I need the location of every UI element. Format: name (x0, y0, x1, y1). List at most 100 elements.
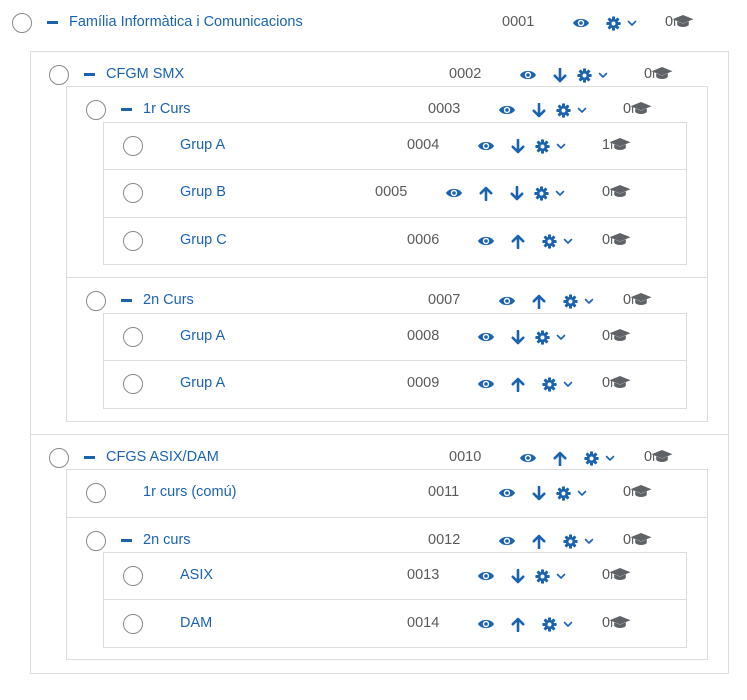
select-checkbox[interactable] (123, 231, 143, 251)
graduation-cap-icon (630, 484, 652, 498)
eye-icon[interactable] (498, 292, 516, 310)
arrow-up-icon[interactable] (509, 615, 527, 633)
arrow-down-icon[interactable] (508, 184, 526, 202)
arrow-down-icon[interactable] (509, 328, 527, 346)
category-name-link[interactable]: 2n curs (143, 532, 191, 548)
gear-icon[interactable] (540, 375, 558, 393)
gear-icon[interactable] (604, 14, 622, 32)
category-id-number: 0008 (407, 328, 440, 344)
category-name-link[interactable]: Grup B (180, 184, 226, 200)
select-checkbox[interactable] (12, 13, 32, 33)
chevron-down-icon[interactable] (573, 101, 591, 119)
eye-icon[interactable] (477, 375, 495, 393)
chevron-down-icon[interactable] (580, 292, 598, 310)
category-name-link[interactable]: Grup A (180, 375, 225, 391)
chevron-down-icon[interactable] (559, 375, 577, 393)
category-name-link[interactable]: Família Informàtica i Comunicacions (69, 14, 303, 30)
eye-icon[interactable] (445, 184, 463, 202)
category-name-link[interactable]: Grup C (180, 232, 227, 248)
chevron-down-icon[interactable] (623, 14, 641, 32)
gear-icon[interactable] (554, 101, 572, 119)
gear-icon[interactable] (540, 232, 558, 250)
arrow-up-icon[interactable] (509, 232, 527, 250)
gear-icon[interactable] (540, 615, 558, 633)
eye-icon[interactable] (477, 328, 495, 346)
collapse-toggle[interactable] (121, 108, 132, 111)
arrow-down-icon[interactable] (509, 567, 527, 585)
arrow-down-icon[interactable] (509, 137, 527, 155)
collapse-toggle[interactable] (84, 73, 95, 76)
chevron-down-icon[interactable] (559, 615, 577, 633)
gear-icon[interactable] (532, 184, 550, 202)
chevron-down-icon[interactable] (559, 232, 577, 250)
collapse-toggle[interactable] (84, 456, 95, 459)
select-checkbox[interactable] (123, 327, 143, 347)
category-id-number: 0005 (375, 184, 408, 200)
eye-icon[interactable] (477, 232, 495, 250)
category-name-link[interactable]: CFGM SMX (106, 66, 184, 82)
collapse-toggle[interactable] (47, 21, 58, 24)
gear-icon[interactable] (575, 66, 593, 84)
graduation-cap-icon (609, 375, 631, 389)
category-id-number: 0006 (407, 232, 440, 248)
divider (103, 599, 687, 600)
collapse-toggle[interactable] (121, 299, 132, 302)
arrow-up-icon[interactable] (477, 184, 495, 202)
select-checkbox[interactable] (123, 614, 143, 634)
select-checkbox[interactable] (123, 183, 143, 203)
category-name-link[interactable]: Grup A (180, 137, 225, 153)
select-checkbox[interactable] (86, 483, 106, 503)
chevron-down-icon[interactable] (594, 66, 612, 84)
eye-icon[interactable] (572, 14, 590, 32)
gear-icon[interactable] (533, 328, 551, 346)
select-checkbox[interactable] (123, 374, 143, 394)
gear-icon[interactable] (561, 292, 579, 310)
chevron-down-icon[interactable] (573, 484, 591, 502)
select-checkbox[interactable] (123, 566, 143, 586)
chevron-down-icon[interactable] (552, 567, 570, 585)
arrow-up-icon[interactable] (530, 292, 548, 310)
category-name-link[interactable]: 1r curs (comú) (143, 484, 236, 500)
eye-icon[interactable] (498, 532, 516, 550)
eye-icon[interactable] (498, 484, 516, 502)
gear-icon[interactable] (533, 137, 551, 155)
select-checkbox[interactable] (49, 65, 69, 85)
select-checkbox[interactable] (86, 531, 106, 551)
chevron-down-icon[interactable] (552, 137, 570, 155)
chevron-down-icon[interactable] (551, 184, 569, 202)
arrow-up-icon[interactable] (509, 375, 527, 393)
graduation-cap-icon (630, 532, 652, 546)
arrow-down-icon[interactable] (530, 484, 548, 502)
eye-icon[interactable] (477, 567, 495, 585)
arrow-up-icon[interactable] (551, 449, 569, 467)
category-name-link[interactable]: CFGS ASIX/DAM (106, 449, 219, 465)
category-name-link[interactable]: ASIX (180, 567, 213, 583)
eye-icon[interactable] (519, 66, 537, 84)
collapse-toggle[interactable] (121, 539, 132, 542)
eye-icon[interactable] (477, 137, 495, 155)
chevron-down-icon[interactable] (552, 328, 570, 346)
arrow-up-icon[interactable] (530, 532, 548, 550)
category-name-link[interactable]: 1r Curs (143, 101, 191, 117)
gear-icon[interactable] (582, 449, 600, 467)
divider (30, 434, 729, 435)
chevron-down-icon[interactable] (580, 532, 598, 550)
select-checkbox[interactable] (86, 291, 106, 311)
gear-icon[interactable] (554, 484, 572, 502)
eye-icon[interactable] (519, 449, 537, 467)
category-name-link[interactable]: 2n Curs (143, 292, 194, 308)
eye-icon[interactable] (477, 615, 495, 633)
select-checkbox[interactable] (49, 448, 69, 468)
gear-icon[interactable] (561, 532, 579, 550)
category-name-link[interactable]: Grup A (180, 328, 225, 344)
chevron-down-icon[interactable] (601, 449, 619, 467)
category-name-link[interactable]: DAM (180, 615, 212, 631)
eye-icon[interactable] (498, 101, 516, 119)
divider (103, 360, 687, 361)
select-checkbox[interactable] (123, 136, 143, 156)
arrow-down-icon[interactable] (551, 66, 569, 84)
divider (66, 517, 708, 518)
select-checkbox[interactable] (86, 100, 106, 120)
arrow-down-icon[interactable] (530, 101, 548, 119)
gear-icon[interactable] (533, 567, 551, 585)
